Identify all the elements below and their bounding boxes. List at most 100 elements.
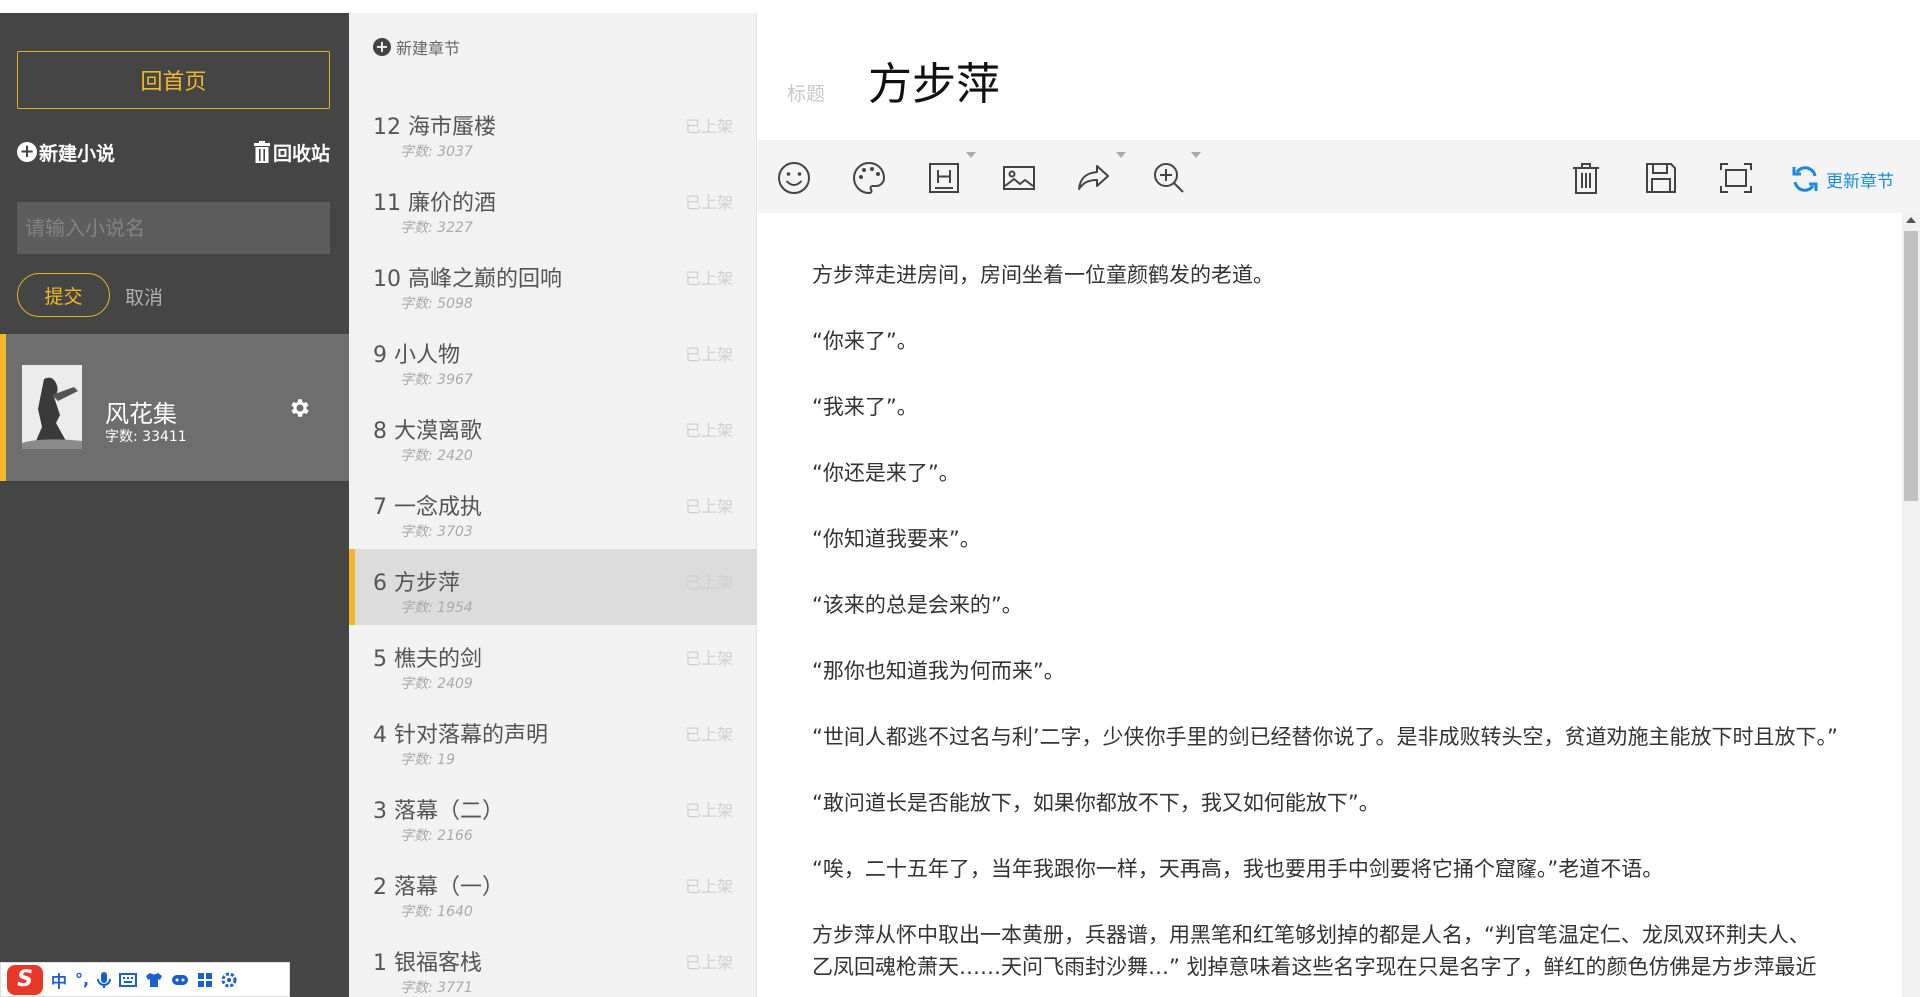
sogou-logo-icon[interactable]: S: [7, 964, 43, 995]
ime-toolbar: S 中 °,: [0, 962, 290, 997]
chapter-title: 1 银福客栈: [373, 951, 482, 976]
chapter-word-count: 字数: 3967: [400, 372, 473, 388]
chapter-word-count: 字数: 3037: [400, 144, 473, 160]
chapter-item[interactable]: 3 落幕（二） 字数: 2166 已上架: [349, 777, 757, 853]
chevron-down-icon: [966, 152, 976, 158]
chapter-title: 2 落幕（一）: [373, 875, 504, 900]
chapter-title: 10 高峰之巅的回响: [373, 267, 562, 292]
chapter-item[interactable]: 1 银福客栈 字数: 3771 已上架: [349, 929, 757, 997]
novel-name-input[interactable]: [17, 202, 330, 254]
chapter-title: 4 针对落幕的声明: [373, 723, 548, 748]
color-button[interactable]: [851, 160, 887, 196]
save-button[interactable]: [1643, 160, 1679, 196]
chapter-status: 已上架: [684, 421, 733, 440]
zoom-in-icon: [1154, 163, 1184, 193]
share-arrow-icon: [1078, 165, 1109, 190]
chapter-status: 已上架: [684, 877, 733, 896]
chapter-word-count: 字数: 2409: [400, 676, 473, 692]
palette-icon: [853, 161, 886, 195]
new-chapter-label: 新建章节: [396, 39, 461, 58]
update-chapter-button[interactable]: 更新章节: [1790, 164, 1894, 194]
recycle-bin-button[interactable]: 回收站: [253, 139, 330, 166]
plus-circle-icon: +: [17, 142, 37, 162]
heading-button[interactable]: [926, 152, 976, 196]
chapter-item-active[interactable]: 6 方步萍字数: 1954 已上架: [349, 549, 757, 625]
trash-icon: [1573, 163, 1599, 194]
scrollbar-thumb[interactable]: [1904, 231, 1918, 501]
novel-sidebar: 回首页 + 新建小说 回收站 提交 取消: [0, 13, 349, 997]
zoom-button[interactable]: [1151, 152, 1201, 196]
fullscreen-button[interactable]: [1718, 160, 1754, 196]
skin-shirt-icon[interactable]: [145, 972, 163, 988]
chapter-item[interactable]: 8 大漠离歌 字数: 2420 已上架: [349, 397, 757, 473]
chapter-item[interactable]: 7 一念成执 字数: 3703 已上架: [349, 473, 757, 549]
refresh-icon: [1792, 166, 1818, 192]
submit-button[interactable]: 提交: [17, 273, 110, 317]
new-novel-button[interactable]: + 新建小说: [17, 139, 115, 166]
home-button[interactable]: 回首页: [17, 51, 330, 109]
chapter-title: 5 樵夫的剑: [373, 647, 482, 672]
chapter-title: 6 方步萍: [373, 571, 460, 596]
settings-gear-icon[interactable]: [221, 972, 237, 988]
image-button[interactable]: [1001, 160, 1037, 196]
novel-list-item[interactable]: 风花集 字数: 33411: [0, 334, 349, 481]
chapter-item[interactable]: 10 高峰之巅的回响 字数: 5098 已上架: [349, 245, 757, 321]
gear-icon[interactable]: [287, 396, 311, 420]
chapter-content-editor[interactable]: 方步萍走进房间，房间坐着一位童颜鹤发的老道。 “你来了”。 “我来了”。 “你还…: [758, 213, 1902, 997]
content-paragraph: “你还是来了”。: [812, 461, 960, 485]
chapter-title-input[interactable]: 方步萍: [868, 48, 1000, 112]
delete-button[interactable]: [1568, 160, 1604, 196]
content-paragraph: “我来了”。: [812, 395, 918, 419]
chapter-word-count: 字数: 1954: [400, 600, 473, 616]
chapter-title: 9 小人物: [373, 343, 460, 368]
chapter-editor: 标题 方步萍 更新章节 方步萍走进房间，房间坐着一位童颜鹤发的老道。 “你来了”…: [758, 13, 1920, 997]
content-scrollbar[interactable]: [1902, 213, 1920, 997]
toolbox-grid-icon[interactable]: [197, 972, 213, 988]
chapter-title: 8 大漠离歌: [373, 419, 482, 444]
chapter-title: 11 廉价的酒: [373, 191, 496, 216]
content-paragraph: “世间人都逃不过名与利’二字，少侠你手里的剑已经替你说了。是非成败转头空，贫道劝…: [812, 725, 1838, 749]
chapter-title: 7 一念成执: [373, 495, 482, 520]
chapter-status: 已上架: [684, 497, 733, 516]
chapter-status: 已上架: [684, 269, 733, 288]
plus-circle-icon: +: [373, 38, 391, 56]
content-paragraph: 方步萍从怀中取出一本黄册，兵器谱，用黑笔和红笔够划掉的都是人名，“判官笔温定仁、…: [812, 923, 1810, 947]
chapter-list: 12 海市蜃楼字数: 3037 已上架 11 廉价的酒 字数: 3227 已上架 10…: [349, 93, 757, 997]
chapter-item[interactable]: 2 落幕（一） 字数: 1640 已上架: [349, 853, 757, 929]
chapter-panel: + 新建章节 12 海市蜃楼字数: 3037 已上架 11 廉价的酒 字数: 322…: [349, 13, 757, 997]
chapter-item[interactable]: 5 樵夫的剑 字数: 2409 已上架: [349, 625, 757, 701]
content-paragraph: “那你也知道我为何而来”。: [812, 659, 1065, 683]
trash-icon: [253, 141, 270, 163]
chapter-status: 已上架: [684, 573, 733, 592]
chapter-title: 12 海市蜃楼: [373, 115, 496, 140]
chapter-item[interactable]: 11 廉价的酒 字数: 3227 已上架: [349, 169, 757, 245]
ime-language-toggle[interactable]: 中: [51, 968, 67, 992]
cancel-button[interactable]: 取消: [125, 283, 163, 310]
heading-icon: [929, 163, 959, 193]
chapter-status: 已上架: [684, 193, 733, 212]
content-paragraph: “唉，二十五年了，当年我跟你一样，天再高，我也要用手中剑要将它捅个窟窿。”老道不…: [812, 857, 1664, 881]
chapter-status: 已上架: [684, 953, 733, 972]
chapter-item[interactable]: 9 小人物 字数: 3967 已上架: [349, 321, 757, 397]
emoji-button[interactable]: [776, 160, 812, 196]
ime-punctuation-toggle[interactable]: °,: [75, 970, 89, 989]
gamepad-icon[interactable]: [171, 973, 189, 987]
content-paragraph: “你来了”。: [812, 329, 918, 353]
scroll-up-arrow-icon[interactable]: [1906, 217, 1916, 223]
chapter-item[interactable]: 12 海市蜃楼字数: 3037 已上架: [349, 93, 757, 169]
floppy-disk-icon: [1646, 163, 1676, 193]
title-label: 标题: [787, 83, 826, 105]
share-button[interactable]: [1076, 152, 1126, 196]
content-paragraph-continuation: 乙凤回魂枪萧天……天问飞雨封沙舞…” 划掉意味着这些名字现在只是名字了，鲜红的颜…: [812, 955, 1817, 979]
microphone-icon[interactable]: [97, 971, 112, 989]
chapter-item[interactable]: 4 针对落幕的声明 字数: 19 已上架: [349, 701, 757, 777]
chapter-title: 3 落幕（二）: [373, 799, 504, 824]
chapter-status: 已上架: [684, 117, 733, 136]
novel-cover-image: [22, 365, 82, 449]
content-paragraph: “你知道我要来”。: [812, 527, 981, 551]
new-chapter-button[interactable]: + 新建章节: [373, 35, 460, 59]
keyboard-icon[interactable]: [119, 972, 138, 987]
chapter-status: 已上架: [684, 725, 733, 744]
chevron-down-icon: [1116, 152, 1126, 158]
sidebar-actions: + 新建小说 回收站: [17, 138, 330, 166]
